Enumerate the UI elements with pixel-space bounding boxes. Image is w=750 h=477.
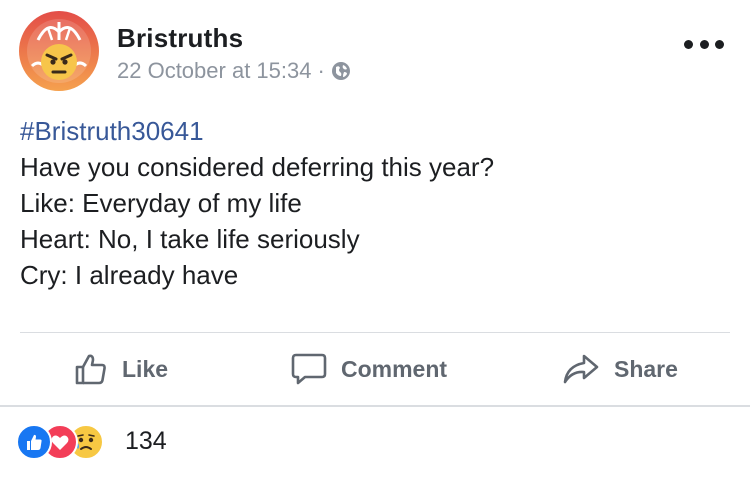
meta-separator: · bbox=[317, 58, 325, 83]
more-options-button[interactable] bbox=[684, 34, 724, 54]
reaction-icons bbox=[16, 424, 116, 460]
thumbs-up-icon bbox=[75, 354, 106, 385]
post-meta: 22 October at 15:34 · bbox=[117, 58, 351, 84]
hashtag-link[interactable]: #Bristruth30641 bbox=[20, 113, 730, 149]
more-dot-icon bbox=[715, 39, 724, 49]
post-line: Have you considered deferring this year? bbox=[20, 152, 495, 182]
like-reaction-icon bbox=[16, 424, 52, 460]
post-timestamp[interactable]: 22 October at 15:34 bbox=[117, 58, 311, 84]
post-text: #Bristruth30641 Have you considered defe… bbox=[20, 113, 730, 293]
comment-button[interactable]: Comment bbox=[291, 333, 447, 405]
reaction-count[interactable]: 134 bbox=[125, 427, 167, 456]
post-header: Bristruths 22 October at 15:34 · bbox=[0, 0, 750, 100]
angry-face-logo-icon bbox=[19, 11, 99, 91]
share-label: Share bbox=[614, 355, 678, 382]
post-line: Heart: No, I take life seriously bbox=[20, 224, 360, 254]
share-button[interactable]: Share bbox=[562, 333, 678, 405]
like-button[interactable]: Like bbox=[74, 333, 168, 405]
speech-bubble-icon bbox=[291, 353, 327, 385]
comment-label: Comment bbox=[341, 355, 448, 382]
more-dot-icon bbox=[699, 39, 709, 49]
avatar[interactable] bbox=[18, 10, 100, 92]
action-bar: Like Comment Share bbox=[0, 333, 750, 405]
author-name[interactable]: Bristruths bbox=[117, 23, 243, 54]
post-line: Cry: I already have bbox=[20, 260, 239, 290]
more-dot-icon bbox=[684, 39, 693, 49]
post-line: Like: Everyday of my life bbox=[20, 188, 302, 218]
like-label: Like bbox=[122, 355, 169, 382]
share-arrow-icon bbox=[563, 354, 599, 384]
reactions-summary[interactable]: 134 bbox=[0, 407, 750, 477]
globe-icon[interactable] bbox=[331, 61, 351, 81]
